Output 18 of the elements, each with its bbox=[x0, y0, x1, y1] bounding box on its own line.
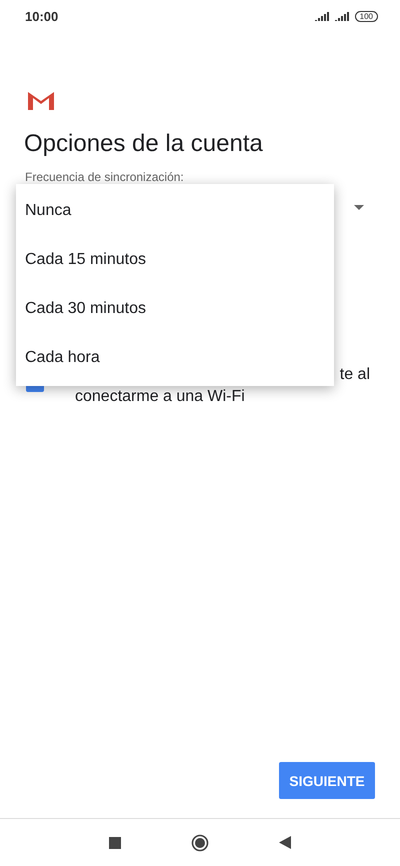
back-icon[interactable] bbox=[279, 836, 291, 849]
menu-item[interactable]: Cada 30 minutos bbox=[16, 284, 334, 333]
next-button[interactable]: SIGUIENTE bbox=[279, 762, 375, 799]
home-icon[interactable] bbox=[191, 834, 209, 852]
menu-item[interactable]: Cada 15 minutos bbox=[16, 235, 334, 284]
menu-item[interactable]: Nunca bbox=[16, 186, 334, 235]
option-text: te al bbox=[340, 365, 371, 385]
field-label: Frecuencia de sincronización: bbox=[25, 170, 185, 184]
option-text: conectarme a una Wi-Fi bbox=[75, 387, 246, 407]
signal-icon bbox=[314, 12, 330, 20]
page-title: Opciones de la cuenta bbox=[24, 130, 264, 158]
dropdown-caret-icon[interactable] bbox=[354, 204, 364, 210]
mail-logo-icon bbox=[28, 90, 54, 110]
menu-item[interactable]: Cada hora bbox=[16, 333, 334, 382]
battery-icon: 100 bbox=[354, 10, 378, 22]
status-time: 10:00 bbox=[25, 8, 58, 24]
signal-icon bbox=[334, 12, 350, 20]
recents-icon[interactable] bbox=[109, 836, 121, 848]
